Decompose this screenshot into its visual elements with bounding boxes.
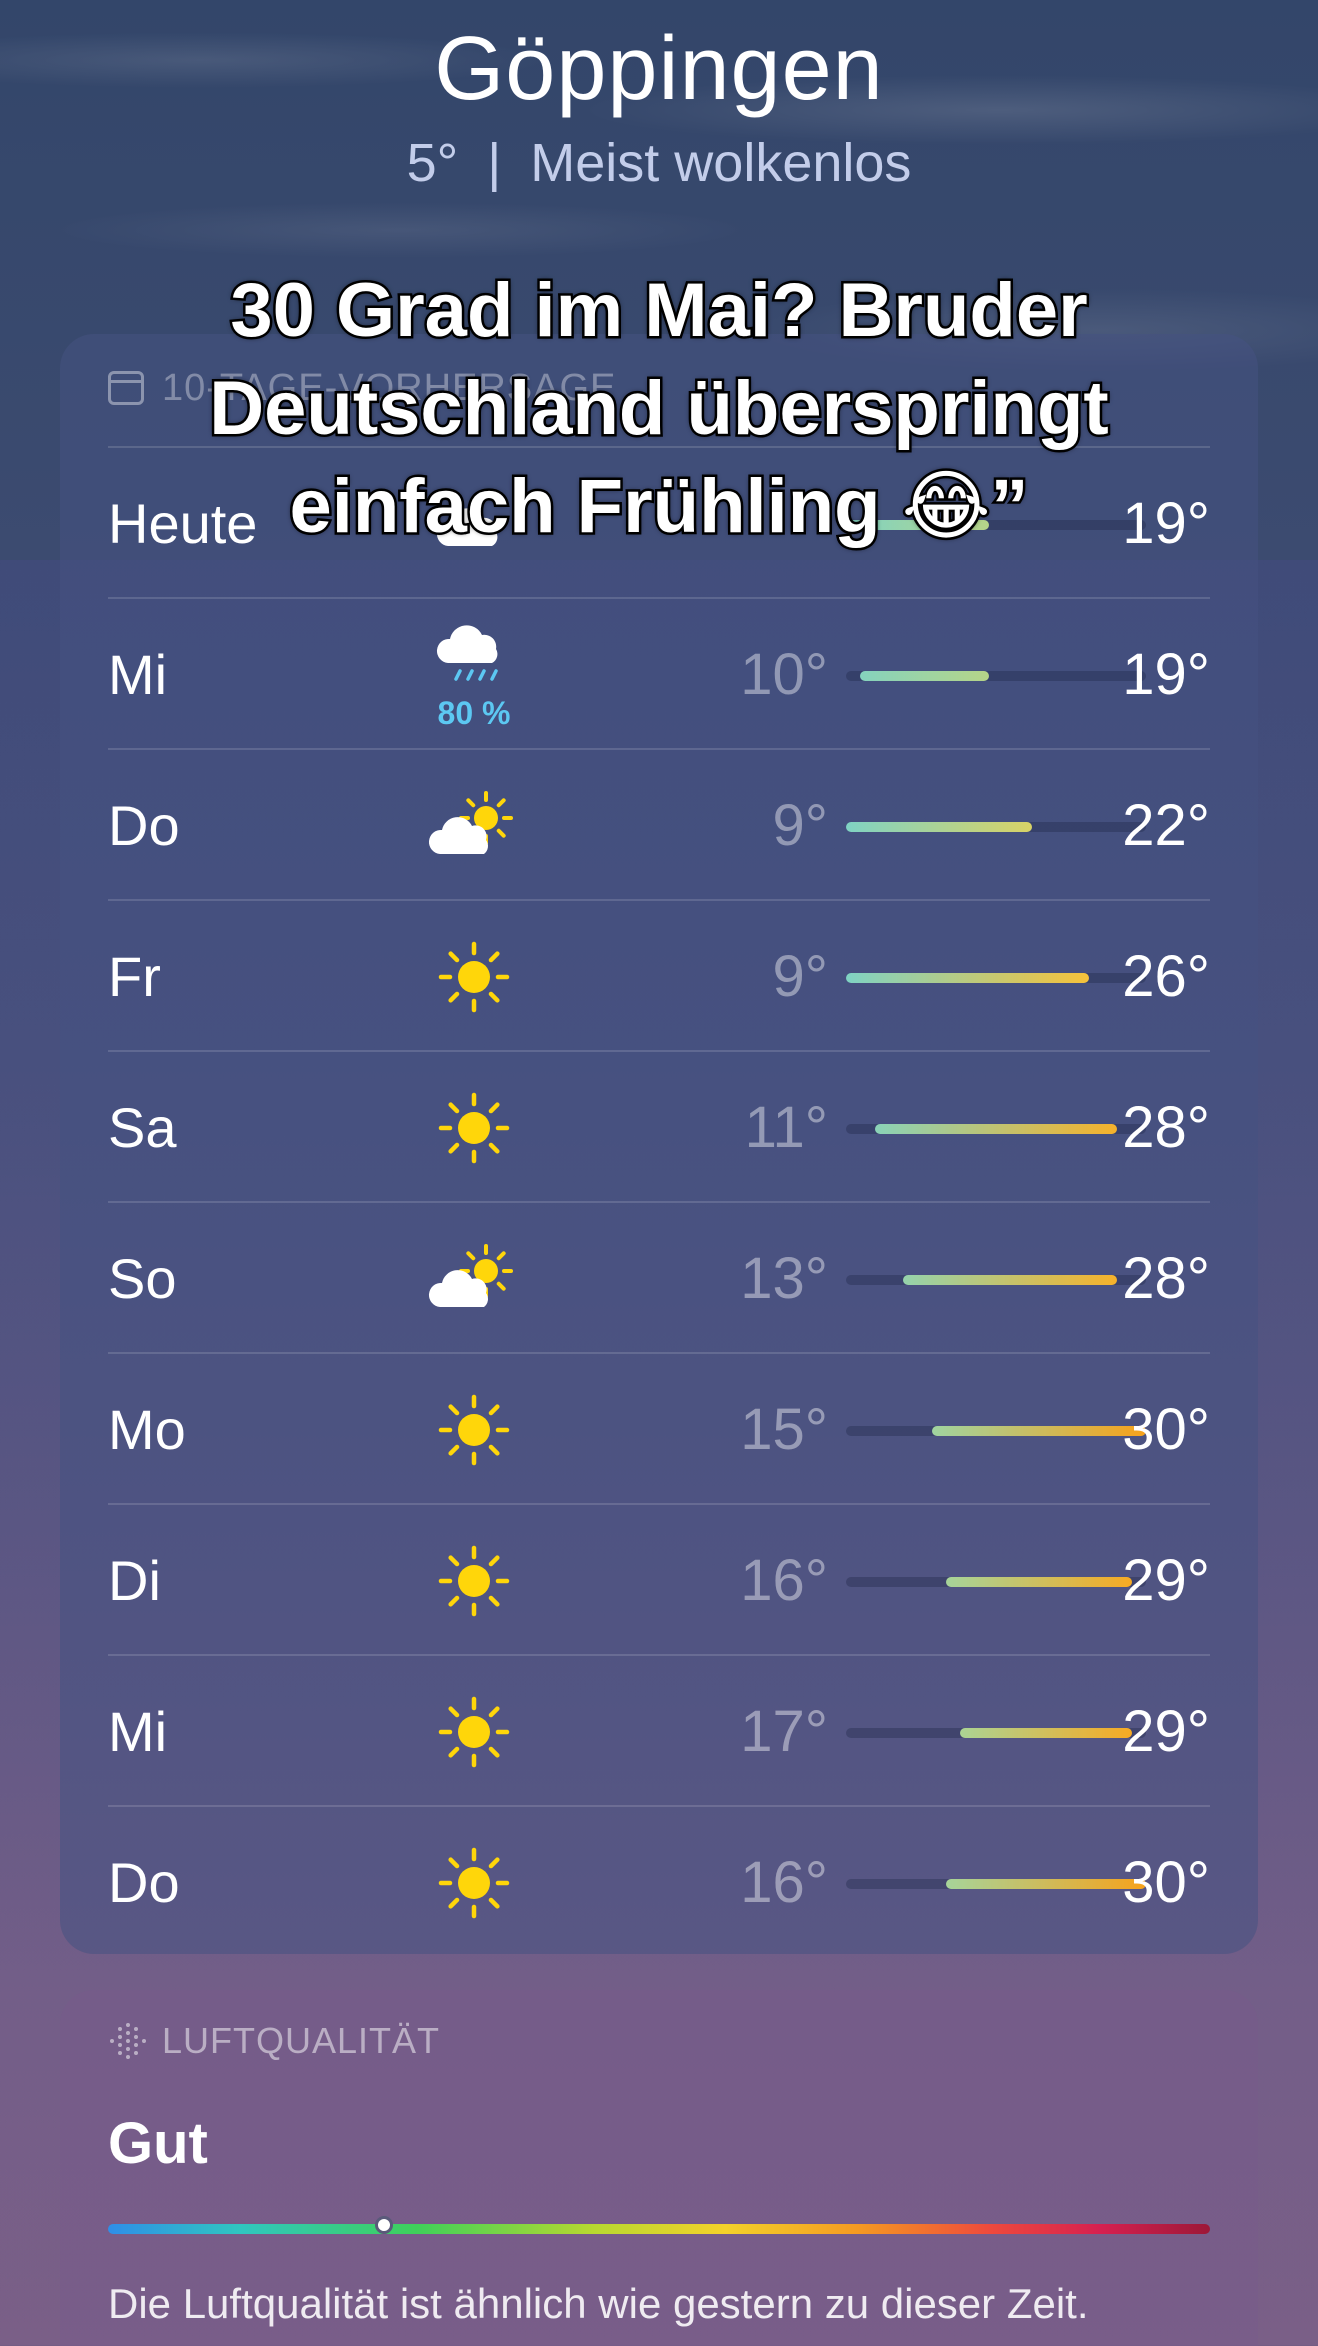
temperature-range-bar (846, 822, 1146, 832)
low-temperature: 16° (740, 1548, 828, 1613)
forecast-row[interactable]: Di 16° 29° (108, 1503, 1210, 1654)
temperature-range-fill (846, 822, 1032, 832)
temperature-range-bar (846, 1426, 1146, 1436)
low-temperature: 15° (740, 1397, 828, 1462)
city-name: Göppingen (434, 19, 884, 119)
air-quality-card[interactable]: LUFTQUALITÄT Gut Die Luftqualität ist äh… (60, 1990, 1258, 2346)
air-quality-scale (108, 2224, 1210, 2234)
air-quality-icon (110, 2023, 146, 2059)
day-label: So (108, 1247, 177, 1310)
temperature-range-fill (960, 1728, 1132, 1738)
partly-sunny-icon (426, 788, 522, 864)
high-temperature: 19° (1122, 642, 1210, 707)
temperature-range-bar (846, 1577, 1146, 1587)
air-quality-description: Die Luftqualität ist ähnlich wie gestern… (108, 2280, 1089, 2327)
forecast-row[interactable]: Fr 9° 26° (108, 899, 1210, 1050)
day-label: Fr (108, 945, 161, 1008)
precipitation-chance: 80 % (437, 695, 511, 731)
high-temperature: 28° (1122, 1246, 1210, 1311)
day-label: Mo (108, 1398, 186, 1461)
forecast-row[interactable]: Do 16° 30° (108, 1805, 1210, 1956)
air-quality-label: LUFTQUALITÄT (162, 2020, 441, 2061)
temperature-range-fill (946, 1879, 1146, 1889)
day-label: Sa (108, 1096, 177, 1159)
ten-day-forecast-card[interactable]: 10-TAGE-VORHERSAGE Heute 19° Mi 80 % 10° 19… (60, 334, 1258, 1954)
forecast-list: Heute 19° Mi 80 % 10° 19° Do 9° 22° Fr 9° 26° Sa 1… (108, 446, 1210, 1956)
separator: | (487, 133, 502, 193)
forecast-row[interactable]: Do 9° 22° (108, 748, 1210, 899)
forecast-row[interactable]: Mo 15° 30° (108, 1352, 1210, 1503)
temperature-range-fill (931, 1426, 1146, 1436)
caption-line: einfach Frühling 😂” (287, 462, 1031, 552)
high-temperature: 29° (1122, 1699, 1210, 1764)
high-temperature: 26° (1122, 944, 1210, 1009)
temperature-range-fill (860, 671, 989, 681)
forecast-row[interactable]: So 13° 28° (108, 1201, 1210, 1352)
low-temperature: 9° (772, 793, 828, 858)
condition-text: Meist wolkenlos (530, 133, 912, 193)
high-temperature: 29° (1122, 1548, 1210, 1613)
caption-line: 30 Grad im Mai? Bruder (228, 266, 1090, 356)
temperature-range-bar (846, 671, 1146, 681)
forecast-row[interactable]: Mi 17° 29° (108, 1654, 1210, 1805)
low-temperature: 10° (740, 642, 828, 707)
high-temperature: 22° (1122, 793, 1210, 858)
temperature-range-bar (846, 1275, 1146, 1285)
temperature-range-bar (846, 1728, 1146, 1738)
day-label: Do (108, 794, 180, 857)
current-conditions: 5° | Meist wolkenlos (0, 132, 1318, 194)
low-temperature: 17° (740, 1699, 828, 1764)
temperature-range-bar (846, 1124, 1146, 1134)
high-temperature: 28° (1122, 1095, 1210, 1160)
sun-icon (426, 1090, 522, 1166)
high-temperature: 30° (1122, 1850, 1210, 1915)
partly-sunny-icon (426, 1241, 522, 1317)
temperature-range-bar (846, 1879, 1146, 1889)
temperature-range-fill (846, 973, 1089, 983)
sun-icon (426, 1694, 522, 1770)
day-label: Di (108, 1549, 161, 1612)
temperature-range-fill (874, 1124, 1118, 1134)
low-temperature: 16° (740, 1850, 828, 1915)
sun-icon (426, 1392, 522, 1468)
cloud-rain-icon (426, 619, 522, 695)
sun-icon (426, 1543, 522, 1619)
day-label: Mi (108, 1700, 168, 1763)
air-quality-header: LUFTQUALITÄT (108, 2020, 440, 2062)
sun-icon (426, 1845, 522, 1921)
forecast-row[interactable]: Mi 80 % 10° 19° (108, 597, 1210, 748)
low-temperature: 13° (740, 1246, 828, 1311)
temperature-range-bar (846, 973, 1146, 983)
low-temperature: 11° (744, 1095, 828, 1160)
air-quality-indicator (374, 2216, 393, 2234)
day-label: Mi (108, 643, 168, 706)
sun-icon (426, 939, 522, 1015)
forecast-row[interactable]: Sa 11° 28° (108, 1050, 1210, 1201)
high-temperature: 30° (1122, 1397, 1210, 1462)
day-label: Do (108, 1851, 180, 1914)
air-quality-value: Gut (108, 2111, 208, 2176)
low-temperature: 9° (772, 944, 828, 1009)
overlay-caption: 30 Grad im Mai? Bruder Deutschland übers… (100, 262, 1218, 556)
temperature-range-fill (903, 1275, 1118, 1285)
caption-line: Deutschland überspringt (207, 364, 1111, 454)
current-temperature: 5° (406, 133, 459, 193)
temperature-range-fill (946, 1577, 1132, 1587)
